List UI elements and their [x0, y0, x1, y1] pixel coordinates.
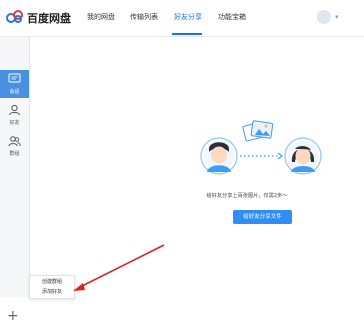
sidebar-item-friends[interactable]: 好友 [0, 101, 29, 129]
add-menu-popup: 创建群组 添加好友 [29, 275, 75, 299]
share-file-button[interactable]: 给好友分享文件 [233, 210, 292, 224]
group-icon [8, 136, 21, 147]
share-hint-text: 给好友分享上百张图片，仅需2步～ [206, 193, 288, 199]
sidebar-item-chat[interactable]: 会话 [0, 70, 29, 98]
sidebar-item-label: 会话 [9, 89, 20, 95]
sidebar: 会话 好友 群组 + [0, 37, 30, 323]
tab-friend-share[interactable]: 好友分享 [174, 12, 202, 22]
chevron-down-icon[interactable]: ▾ [335, 13, 339, 21]
menu-item-create-group[interactable]: 创建群组 [30, 277, 74, 287]
active-tab-indicator [172, 33, 202, 35]
plus-icon[interactable]: + [7, 309, 19, 323]
top-bar: 百度网盘 我的网盘 传输列表 好友分享 功能宝箱 ▾ [0, 0, 364, 37]
sidebar-item-groups[interactable]: 群组 [0, 132, 29, 160]
share-illustration [200, 120, 322, 175]
person-icon [9, 104, 20, 116]
photos-icon [242, 120, 274, 142]
avatar[interactable] [317, 10, 331, 24]
app-logo[interactable]: 百度网盘 [6, 9, 84, 27]
tab-my-drive[interactable]: 我的网盘 [87, 12, 115, 22]
menu-item-add-friend[interactable]: 添加好友 [30, 287, 74, 297]
sidebar-item-label: 好友 [9, 120, 20, 126]
dotted-arrow-icon [240, 152, 283, 160]
app-name: 百度网盘 [27, 12, 71, 25]
tab-toolbox[interactable]: 功能宝箱 [218, 12, 246, 22]
receiver-avatar [284, 137, 322, 175]
tab-transfer-list[interactable]: 传输列表 [130, 12, 158, 22]
cloud-logo-icon [6, 10, 23, 23]
chat-icon [8, 73, 21, 83]
sender-avatar [200, 137, 238, 175]
sidebar-item-label: 群组 [9, 151, 20, 157]
